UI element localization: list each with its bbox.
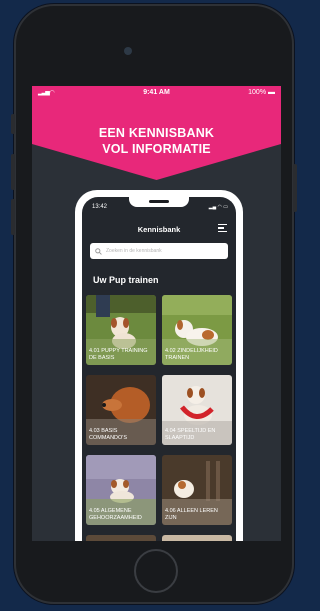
inner-phone-mockup: 13:42 ▂▄ ◠ ▭ Kennisbank Zoeken in de ken… [75, 190, 243, 541]
card-4-02[interactable]: 4.02 ZINDELIJKHEID TRAINEN [162, 295, 232, 365]
card-label: 4.05 ALGEMENE GEHOORZAAMHEID [89, 508, 142, 521]
front-camera-icon [124, 47, 132, 55]
card-label: 4.04 SPEELTIJD EN SLAAPTIJD [165, 428, 216, 441]
power-button [293, 164, 297, 212]
partial-photo [86, 535, 156, 541]
card-4-03[interactable]: 4.03 BASIS COMMANDO'S [86, 375, 156, 445]
inner-status-time: 13:42 [92, 204, 108, 210]
banner-line-2: VOL INFORMATIE [102, 142, 211, 156]
card-4-01[interactable]: 4.01 PUPPY TRAINING DE BASIS [86, 295, 156, 365]
search-placeholder: Zoeken in de kennisbank [106, 248, 162, 254]
inner-status-icons: ▂▄ ◠ ▭ [208, 204, 228, 210]
card-label: 4.02 ZINDELIJKHEID TRAINEN [165, 348, 218, 361]
notch [129, 197, 189, 207]
volume-up-button [11, 154, 15, 190]
card-4-06[interactable]: 4.06 ALLEEN LEREN ZIJN [162, 455, 232, 525]
screen: ▂▃▅ ◠ 9:41 AM 100% ▬ EEN KENNISBANK VOL … [32, 86, 281, 541]
page-title: Kennisbank [137, 225, 181, 234]
volume-down-button [11, 199, 15, 235]
section-title: Uw Pup trainen [93, 275, 159, 285]
mute-switch [11, 114, 15, 134]
battery-indicator: 100% ▬ [248, 89, 275, 96]
battery-percent: 100% [248, 89, 267, 96]
card-label: 4.03 BASIS COMMANDO'S [89, 428, 128, 441]
banner-line-1: EEN KENNISBANK [98, 126, 215, 140]
search-icon [95, 247, 102, 255]
menu-icon[interactable] [218, 224, 227, 232]
card-label: 4.01 PUPPY TRAINING DE BASIS [89, 348, 148, 361]
card-partial[interactable] [86, 535, 156, 541]
inner-screen: 13:42 ▂▄ ◠ ▭ Kennisbank Zoeken in de ken… [82, 197, 236, 541]
partial-photo [162, 535, 232, 541]
promo-banner [32, 100, 281, 180]
home-button[interactable] [134, 549, 178, 593]
card-partial[interactable] [162, 535, 232, 541]
search-input[interactable]: Zoeken in de kennisbank [90, 243, 228, 259]
status-bar: ▂▃▅ ◠ 9:41 AM 100% ▬ [32, 86, 281, 100]
status-time: 9:41 AM [143, 89, 170, 96]
card-label: 4.06 ALLEEN LEREN ZIJN [165, 508, 218, 521]
card-4-04[interactable]: 4.04 SPEELTIJD EN SLAAPTIJD [162, 375, 232, 445]
phone-frame: ▂▃▅ ◠ 9:41 AM 100% ▬ EEN KENNISBANK VOL … [11, 4, 297, 604]
card-4-05[interactable]: 4.05 ALGEMENE GEHOORZAAMHEID [86, 455, 156, 525]
